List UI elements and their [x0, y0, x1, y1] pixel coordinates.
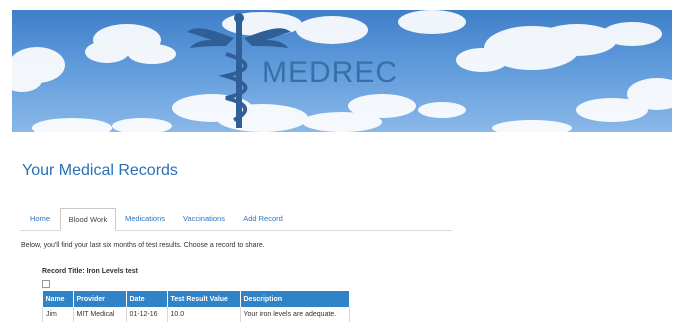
record-title: Record Title: Iron Levels test: [42, 268, 138, 275]
app-logo-text: MEDREC: [262, 56, 399, 89]
tab-bar: Home Blood Work Medications Vaccinations…: [20, 208, 452, 231]
page-title: Your Medical Records: [22, 162, 178, 179]
cell-description: Your iron levels are adequate.: [240, 307, 350, 322]
tab-blood-work[interactable]: Blood Work: [60, 208, 116, 231]
column-header-description: Description: [240, 291, 350, 307]
record-select-checkbox[interactable]: [42, 280, 50, 288]
intro-text: Below, you'll find your last six months …: [21, 242, 265, 249]
page: MEDREC Your Medical Records Home Blood W…: [0, 0, 678, 322]
cell-test-result-value: 10.0: [167, 307, 241, 322]
header-banner: MEDREC: [12, 10, 672, 132]
tab-vaccinations[interactable]: Vaccinations: [176, 208, 232, 229]
tab-add-record[interactable]: Add Record: [234, 208, 292, 229]
tab-home[interactable]: Home: [20, 208, 60, 229]
records-table: Name Provider Date Test Result Value Des…: [42, 291, 350, 322]
column-header-name: Name: [42, 291, 74, 307]
tab-medications[interactable]: Medications: [116, 208, 174, 229]
cell-provider: MIT Medical: [73, 307, 127, 322]
column-header-provider: Provider: [73, 291, 127, 307]
column-header-date: Date: [126, 291, 168, 307]
table-header-row: Name Provider Date Test Result Value Des…: [42, 291, 350, 307]
table-row[interactable]: Jim MIT Medical 01-12-16 10.0 Your iron …: [42, 307, 350, 322]
column-header-test-result-value: Test Result Value: [167, 291, 241, 307]
cell-date: 01-12-16: [126, 307, 168, 322]
cell-name: Jim: [42, 307, 74, 322]
